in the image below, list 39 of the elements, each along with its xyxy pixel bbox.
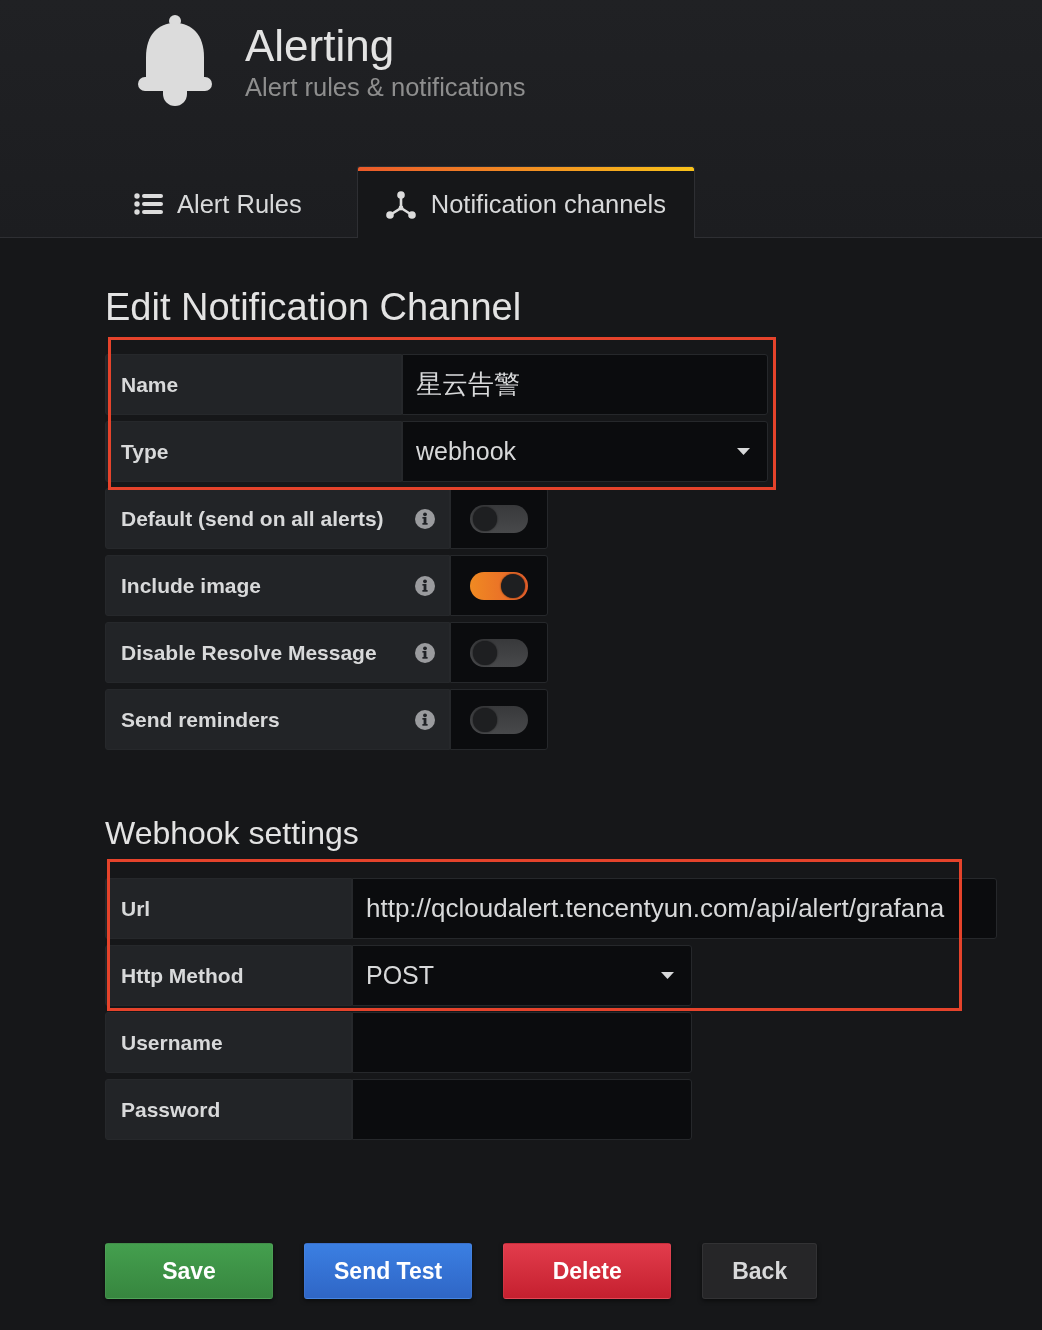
send-test-button[interactable]: Send Test [304, 1243, 473, 1299]
nodes-icon [385, 190, 416, 219]
field-label: Username [105, 1012, 352, 1073]
field-label: Type [105, 421, 402, 482]
field-label: Include image [121, 573, 262, 598]
section-heading: Edit Notification Channel [105, 285, 522, 330]
list-icon [134, 193, 163, 215]
url-field[interactable]: http://qcloudalert.tencentyun.com/api/alert/grafana [352, 878, 997, 939]
field-label: Http Method [105, 945, 352, 1006]
page-subtitle: Alert rules & notifications [245, 72, 526, 102]
field-label: Disable Resolve Message [121, 640, 377, 665]
select-field[interactable]: POST [352, 945, 692, 1006]
back-button[interactable]: Back [702, 1243, 818, 1299]
field-label: Name [105, 354, 402, 415]
field-label: Default (send on all alerts) [121, 506, 384, 531]
toggle-switch[interactable] [470, 705, 528, 734]
text-field[interactable] [352, 1012, 692, 1073]
tab[interactable]: Notification channels [356, 166, 696, 238]
delete-button[interactable]: Delete [503, 1243, 672, 1299]
bell-icon [138, 15, 212, 107]
caret-icon [737, 448, 750, 455]
toggle-switch[interactable] [470, 571, 528, 600]
field-label: Url [105, 878, 352, 939]
toggle-switch[interactable] [470, 638, 528, 667]
text-field[interactable]: 星云告警 [402, 354, 768, 415]
info-icon [415, 642, 435, 663]
info-icon [415, 709, 435, 730]
section-heading: Webhook settings [105, 814, 359, 852]
password-field[interactable] [352, 1079, 692, 1140]
select-field[interactable]: webhook [402, 421, 768, 482]
info-icon [415, 575, 435, 596]
tab[interactable]: Alert Rules [105, 166, 331, 237]
field-label: Send reminders [121, 707, 280, 732]
page-title: Alerting [245, 20, 396, 72]
caret-icon [661, 972, 674, 979]
save-button[interactable]: Save [105, 1243, 273, 1299]
info-icon [415, 508, 435, 529]
field-label: Password [105, 1079, 352, 1140]
toggle-switch[interactable] [470, 504, 528, 533]
